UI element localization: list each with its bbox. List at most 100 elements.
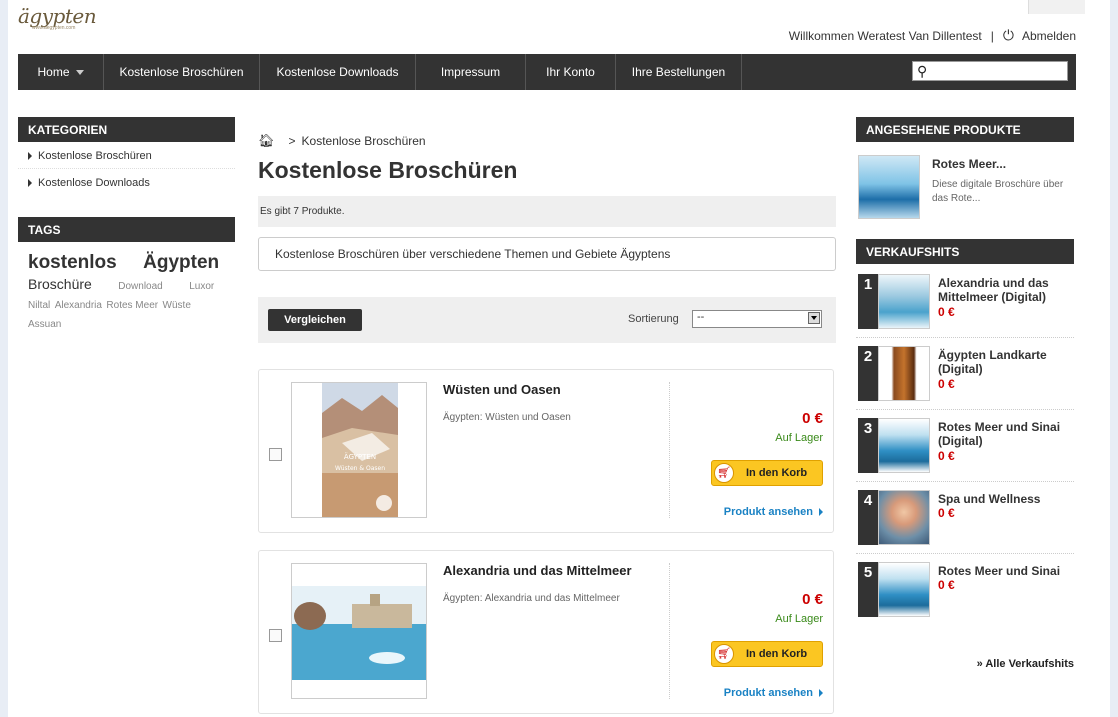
rank-badge: 4	[858, 490, 878, 545]
nav-downloads[interactable]: Kostenlose Downloads	[260, 54, 416, 90]
caret-right-icon	[819, 689, 823, 697]
bestseller-info: Rotes Meer und Sinai 0 €	[938, 564, 1078, 593]
product-image[interactable]: ÄGYPTEN Wüsten & Oasen	[291, 382, 427, 518]
breadcrumb: 🏠︎ > Kostenlose Broschüren	[258, 133, 836, 149]
bestseller-title[interactable]: Spa und Wellness	[938, 492, 1078, 506]
divider	[669, 382, 670, 518]
nav-home-label: Home	[37, 65, 70, 79]
view-product-label: Produkt ansehen	[723, 506, 813, 518]
add-to-cart-button[interactable]: 🛒︎ In den Korb	[711, 641, 823, 667]
product-count: Es gibt 7 Produkte.	[260, 206, 345, 217]
product-card: Alexandria und das Mittelmeer Ägypten: A…	[258, 550, 834, 714]
tag[interactable]: Alexandria	[55, 300, 102, 311]
nav-brochures[interactable]: Kostenlose Broschüren	[104, 54, 260, 90]
rank-badge: 5	[858, 562, 878, 617]
tag[interactable]: kostenlos	[28, 252, 117, 273]
site-logo[interactable]: ägypten www.aegypten.com	[18, 4, 97, 42]
product-image[interactable]	[291, 563, 427, 699]
product-card: ÄGYPTEN Wüsten & Oasen Wüsten und Oasen …	[258, 369, 834, 533]
tag[interactable]: Luxor	[189, 281, 214, 292]
left-column: KATEGORIEN Kostenlose Broschüren Kostenl…	[18, 117, 235, 332]
tags-title: TAGS	[18, 217, 235, 242]
bestseller-thumbnail[interactable]	[878, 490, 930, 545]
main-content: 🏠︎ > Kostenlose Broschüren Kostenlose Br…	[258, 125, 836, 714]
viewed-product-title[interactable]: Rotes Meer...	[932, 157, 1006, 171]
category-label: Kostenlose Broschüren	[38, 150, 152, 162]
rank-badge: 1	[858, 274, 878, 329]
add-to-cart-label: In den Korb	[746, 648, 808, 660]
search-icon[interactable]: ⚲	[917, 63, 927, 80]
separator: |	[990, 28, 994, 43]
category-description: Kostenlose Broschüren über verschiedene …	[258, 237, 836, 271]
bestseller-thumbnail[interactable]	[878, 274, 930, 329]
viewed-title: ANGESEHENE PRODUKTE	[856, 117, 1074, 142]
bestseller-thumbnail[interactable]	[878, 346, 930, 401]
bestseller-price: 0 €	[938, 506, 955, 521]
bestseller-info: Ägypten Landkarte (Digital) 0 €	[938, 348, 1078, 391]
tag[interactable]: Ägypten	[143, 252, 219, 273]
bestseller-price: 0 €	[938, 304, 955, 319]
cover-sub: Wüsten & Oasen	[335, 465, 385, 472]
compare-checkbox[interactable]	[269, 448, 282, 461]
bestsellers: VERKAUFSHITS 1 Alexandria und das Mittel…	[856, 239, 1074, 625]
product-name[interactable]: Wüsten und Oasen	[443, 382, 561, 397]
compare-checkbox[interactable]	[269, 629, 282, 642]
view-product-link[interactable]: Produkt ansehen	[724, 506, 823, 518]
bestseller-item[interactable]: 3 Rotes Meer und Sinai (Digital) 0 €	[856, 410, 1074, 482]
nav-home[interactable]: Home	[18, 54, 104, 90]
nav-account[interactable]: Ihr Konto	[526, 54, 616, 90]
category-item[interactable]: Kostenlose Broschüren	[18, 142, 235, 169]
product-name[interactable]: Alexandria und das Mittelmeer	[443, 563, 632, 578]
bestseller-title[interactable]: Alexandria und das Mittelmeer (Digital)	[938, 276, 1078, 305]
power-icon[interactable]: ⏻	[1003, 27, 1014, 44]
product-subtitle: Ägypten: Wüsten und Oasen	[443, 412, 571, 423]
bestseller-item[interactable]: 1 Alexandria und das Mittelmeer (Digital…	[856, 266, 1074, 338]
bestseller-title[interactable]: Rotes Meer und Sinai	[938, 564, 1078, 578]
sort-select[interactable]: --	[692, 310, 822, 328]
nav-orders[interactable]: Ihre Bestellungen	[616, 54, 742, 90]
bestseller-thumbnail[interactable]	[878, 562, 930, 617]
tag[interactable]: Rotes Meer	[106, 300, 158, 311]
view-product-link[interactable]: Produkt ansehen	[724, 687, 823, 699]
home-icon[interactable]: 🏠︎	[258, 133, 275, 149]
search-box[interactable]: ⚲	[912, 61, 1068, 81]
bestseller-title[interactable]: Rotes Meer und Sinai (Digital)	[938, 420, 1078, 449]
tag[interactable]: Download	[118, 281, 162, 292]
tag[interactable]: Wüste	[163, 300, 191, 311]
product-subtitle: Ägypten: Alexandria und das Mittelmeer	[443, 593, 620, 604]
all-bestsellers-link[interactable]: » Alle Verkaufshits	[977, 658, 1074, 670]
top-tab	[1028, 0, 1085, 14]
bestseller-info: Spa und Wellness 0 €	[938, 492, 1078, 521]
cart-icon: 🛒︎	[714, 463, 734, 483]
category-item[interactable]: Kostenlose Downloads	[18, 169, 235, 195]
stock-status: Auf Lager	[775, 432, 823, 444]
rank-badge: 2	[858, 346, 878, 401]
product-price: 0 €	[802, 591, 823, 608]
bestseller-price: 0 €	[938, 448, 955, 463]
bestseller-item[interactable]: 4 Spa und Wellness 0 €	[856, 482, 1074, 554]
tag[interactable]: Assuan	[28, 319, 61, 330]
tag[interactable]: Broschüre	[28, 276, 92, 292]
caret-right-icon	[819, 508, 823, 516]
bestseller-title[interactable]: Ägypten Landkarte (Digital)	[938, 348, 1078, 377]
bestseller-item[interactable]: 5 Rotes Meer und Sinai 0 €	[856, 554, 1074, 625]
chevron-down-icon[interactable]	[808, 312, 820, 324]
add-to-cart-button[interactable]: 🛒︎ In den Korb	[711, 460, 823, 486]
search-input[interactable]	[935, 63, 1063, 79]
alexandria-cover-image	[292, 586, 426, 680]
viewed-product-thumbnail[interactable]	[858, 155, 920, 219]
divider	[669, 563, 670, 699]
viewed-products: ANGESEHENE PRODUKTE Rotes Meer... Diese …	[856, 117, 1074, 221]
caret-right-icon	[28, 179, 32, 187]
product-count-bar: Es gibt 7 Produkte.	[258, 196, 836, 227]
logout-link[interactable]: Abmelden	[1022, 29, 1076, 43]
tag[interactable]: Niltal	[28, 300, 50, 311]
category-label: Kostenlose Downloads	[38, 177, 150, 189]
bestseller-thumbnail[interactable]	[878, 418, 930, 473]
compare-button[interactable]: Vergleichen	[268, 309, 362, 331]
nav-impressum[interactable]: Impressum	[416, 54, 526, 90]
bestseller-info: Rotes Meer und Sinai (Digital) 0 €	[938, 420, 1078, 463]
viewed-product-desc: Diese digitale Broschüre über das Rote..…	[932, 179, 1064, 204]
bestseller-item[interactable]: 2 Ägypten Landkarte (Digital) 0 €	[856, 338, 1074, 410]
product-price: 0 €	[802, 410, 823, 427]
